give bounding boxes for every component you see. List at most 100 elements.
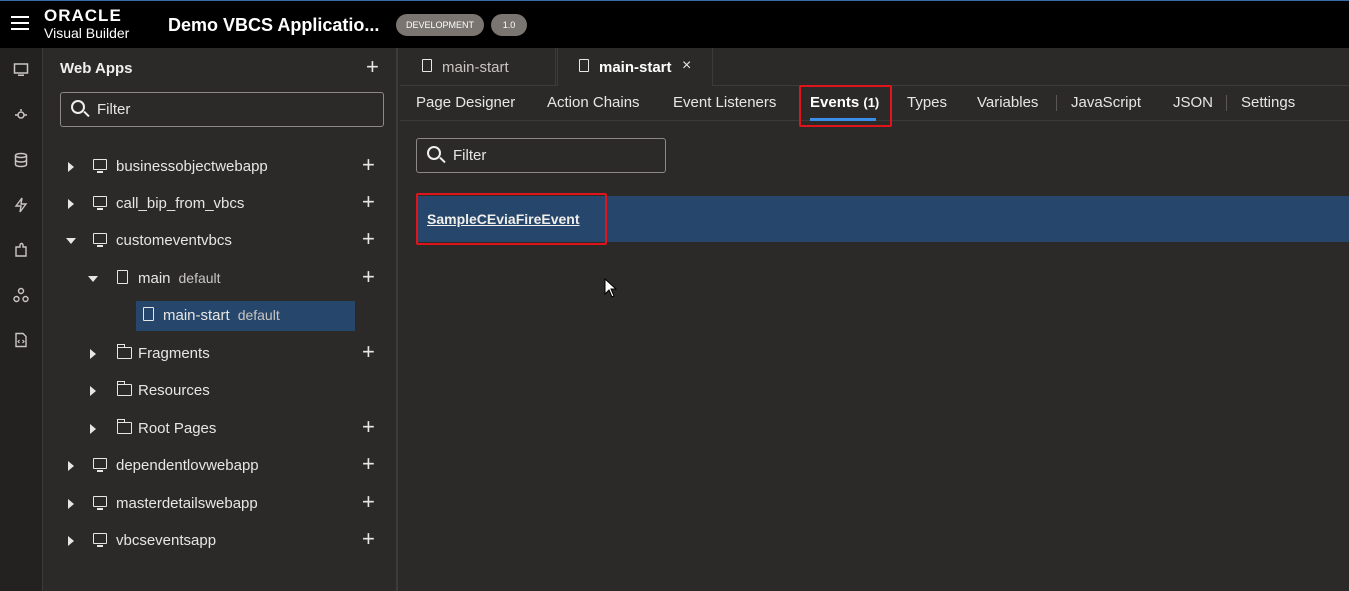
tree-item-main[interactable]: main default + [44,261,398,297]
tree-item-text: main default [138,270,221,287]
version-badge[interactable]: 1.0 [491,14,527,36]
web-apps-icon[interactable] [13,62,29,78]
tab-main-start-1[interactable]: main-start [400,48,556,86]
expand-caret-icon[interactable] [90,349,96,359]
folder-icon [116,381,132,396]
tree-item-customeventvbcs[interactable]: customeventvbcs + [44,223,398,259]
tree-item-resources[interactable]: Resources [44,373,398,409]
tree-item-businessobjectwebapp[interactable]: businessobjectwebapp + [44,149,398,185]
tree-item-label: Fragments [138,345,210,362]
add-button[interactable]: + [362,341,375,363]
add-button[interactable]: + [362,266,375,288]
add-button[interactable]: + [362,528,375,550]
page-icon [579,59,589,72]
tree-item-sublabel: default [178,270,221,286]
add-button[interactable]: + [362,491,375,513]
tree-item-sublabel: default [237,307,280,323]
expand-caret-icon[interactable] [68,536,74,546]
processes-icon[interactable] [13,197,29,213]
tree-item-label: call_bip_from_vbcs [116,195,245,212]
tree-item-label: customeventvbcs [116,232,232,249]
hamburger-menu-icon[interactable] [11,16,29,32]
expand-caret-icon[interactable] [68,199,74,209]
brand-product: Visual Builder [44,25,130,41]
tab-javascript[interactable]: JavaScript [1071,94,1141,111]
tab-main-start-2[interactable]: main-start × [557,48,713,86]
web-app-icon [93,233,107,247]
collapse-caret-icon[interactable] [66,238,76,244]
folder-icon [116,419,132,434]
nav-divider [1056,95,1057,111]
tree-item-dependentlovwebapp[interactable]: dependentlovwebapp + [44,448,398,484]
flow-icon [117,270,128,284]
web-app-icon [93,458,107,472]
tab-action-chains[interactable]: Action Chains [547,94,640,111]
business-objects-icon[interactable] [13,152,29,168]
close-tab-icon[interactable]: × [682,57,691,75]
source-icon[interactable] [13,287,29,303]
tab-label: main-start [442,59,509,76]
filter-placeholder: Filter [453,147,487,164]
tree-item-label: businessobjectwebapp [116,158,268,175]
top-bar: ORACLE Visual Builder Demo VBCS Applicat… [0,0,1349,48]
add-button[interactable]: + [362,416,375,438]
mouse-cursor-icon [604,278,618,298]
expand-caret-icon[interactable] [68,499,74,509]
nav-divider [1226,95,1227,111]
add-web-app-button[interactable]: + [366,56,379,78]
expand-caret-icon[interactable] [68,162,74,172]
tab-variables[interactable]: Variables [977,94,1038,111]
expand-caret-icon[interactable] [90,386,96,396]
collapse-caret-icon[interactable] [88,276,98,282]
events-tab-highlight [799,85,892,127]
tab-types[interactable]: Types [907,94,947,111]
tree-item-masterdetailswebapp[interactable]: masterdetailswebapp + [44,486,398,522]
editor-tab-strip: main-start main-start × [400,48,1349,86]
event-highlight [416,193,607,245]
tree-item-label: main-start [163,307,230,324]
app-title[interactable]: Demo VBCS Applicatio... [168,15,379,36]
tree-item-text: main-start default [163,307,280,324]
add-button[interactable]: + [362,154,375,176]
services-icon[interactable] [13,107,29,123]
folder-icon [116,344,132,359]
tree-item-label: main [138,270,171,287]
tab-page-designer[interactable]: Page Designer [416,94,515,111]
tab-settings[interactable]: Settings [1241,94,1295,111]
search-icon [71,100,85,114]
tab-event-listeners[interactable]: Event Listeners [673,94,776,111]
tree-item-label: Resources [138,382,210,399]
components-icon[interactable] [13,242,29,258]
web-apps-filter-input[interactable]: Filter [60,92,384,127]
web-app-icon [93,196,107,210]
tree-item-label: vbcseventsapp [116,532,217,549]
web-app-icon [93,496,107,510]
panel-title: Web Apps [60,60,133,77]
tree-item-vbcseventsapp[interactable]: vbcseventsapp + [44,523,398,559]
tree-item-main-start[interactable]: main-start default [44,298,398,334]
tree-item-label: dependentlovwebapp [116,457,259,474]
tab-json[interactable]: JSON [1173,94,1213,111]
tree-item-fragments[interactable]: Fragments + [44,336,398,372]
tree-item-call-bip-from-vbcs[interactable]: call_bip_from_vbcs + [44,186,398,222]
web-apps-panel: Web Apps + Filter businessobjectwebapp +… [44,48,398,591]
code-icon[interactable] [13,332,29,348]
events-filter-input[interactable]: Filter [416,138,666,173]
expand-caret-icon[interactable] [90,424,96,434]
add-button[interactable]: + [362,453,375,475]
oracle-logo: ORACLE Visual Builder [44,6,130,42]
environment-badge[interactable]: DEVELOPMENT [396,14,484,36]
tree-item-root-pages[interactable]: Root Pages + [44,411,398,447]
tree-item-label: Root Pages [138,420,217,437]
page-icon [143,307,154,321]
tree-item-label: masterdetailswebapp [116,495,258,512]
search-icon [427,146,441,160]
web-app-icon [93,533,107,547]
navigator-rail [0,48,43,591]
tab-label: main-start [599,59,672,76]
brand-oracle: ORACLE [44,6,122,25]
page-icon [422,59,432,72]
expand-caret-icon[interactable] [68,461,74,471]
add-button[interactable]: + [362,228,375,250]
add-button[interactable]: + [362,191,375,213]
